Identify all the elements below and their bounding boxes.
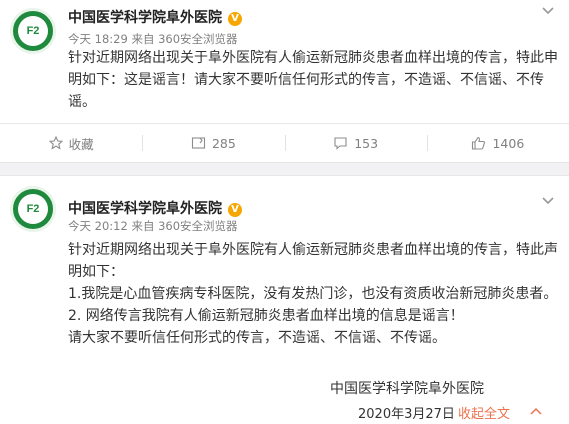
- author-name[interactable]: 中国医学科学院阜外医院: [68, 10, 222, 26]
- comment-count: 153: [354, 135, 379, 151]
- post-line: 1.我院是心血管疾病专科医院，没有发热门诊，也没有资质收治新冠肺炎患者。: [68, 286, 558, 302]
- post-line: 针对近期网络出现关于阜外医院有人偷运新冠肺炎患者血样出境的传言，特此申: [68, 50, 558, 66]
- repost-icon: [191, 137, 205, 149]
- favorite-label: 收藏: [68, 136, 94, 152]
- post-body: 针对近期网络出现关于阜外医院有人偷运新冠肺炎患者血样出境的传言，特此申 明如下：…: [68, 47, 558, 113]
- author-name-row: 中国医学科学院阜外医院 V: [68, 7, 242, 27]
- hospital-logo: F2: [18, 16, 48, 46]
- post-line: 2. 网络传言我院有人偷运新冠肺炎患者血样出境的信息是谣言！: [68, 308, 464, 324]
- post-divider: [0, 162, 569, 176]
- thumbs-up-icon: [472, 136, 486, 150]
- star-icon: [48, 136, 63, 150]
- hospital-logo: F2: [18, 194, 48, 224]
- weibo-post-2: F2 中国医学科学院阜外医院 V 今天 20:12 来自 360安全浏览器 针对近…: [0, 176, 569, 424]
- collapse-fulltext-link[interactable]: 收起全文: [458, 403, 510, 422]
- comment-button[interactable]: 153: [284, 124, 427, 162]
- like-count: 1406: [492, 135, 525, 151]
- post-meta: 今天 20:12 来自 360安全浏览器: [68, 219, 238, 233]
- comment-icon: [334, 137, 347, 150]
- author-name[interactable]: 中国医学科学院阜外医院: [68, 201, 222, 217]
- post-body: 针对近期网络出现关于阜外医院有人偷运新冠肺炎患者血样出境的传言，特此声 明如下：…: [68, 239, 558, 349]
- post-line: 明如下：这是谣言！请大家不要听信任何形式的传言，不造谣、不信谣、不传: [68, 72, 544, 88]
- chevron-down-icon[interactable]: [541, 196, 555, 206]
- verified-badge-icon: V: [228, 203, 242, 217]
- repost-button[interactable]: 285: [142, 124, 284, 162]
- post-line: 明如下：: [68, 264, 124, 280]
- statement-date: 2020年3月27日: [358, 407, 455, 422]
- action-bar: 收藏 285 153 1406: [0, 123, 569, 162]
- post-line: 请大家不要听信任何形式的传言，不造谣、不信谣、不传谣。: [68, 330, 446, 346]
- statement-signature: 中国医学科学院阜外医院: [330, 381, 484, 397]
- post-line: 谣。: [68, 94, 96, 110]
- verified-badge-icon: V: [228, 12, 242, 26]
- repost-count: 285: [211, 135, 236, 151]
- favorite-button[interactable]: 收藏: [0, 124, 142, 162]
- author-avatar[interactable]: F2: [10, 8, 56, 54]
- like-button[interactable]: 1406: [426, 124, 569, 162]
- post-line: 针对近期网络出现关于阜外医院有人偷运新冠肺炎患者血样出境的传言，特此声: [68, 242, 558, 258]
- chevron-down-icon[interactable]: [541, 6, 555, 16]
- author-avatar[interactable]: F2: [10, 186, 56, 232]
- post-meta: 今天 18:29 来自 360安全浏览器: [68, 32, 238, 46]
- author-name-row: 中国医学科学院阜外医院 V: [68, 198, 242, 218]
- weibo-post-1: F2 中国医学科学院阜外医院 V 今天 18:29 来自 360安全浏览器 针对近…: [0, 0, 569, 162]
- chevron-up-icon[interactable]: [530, 407, 542, 415]
